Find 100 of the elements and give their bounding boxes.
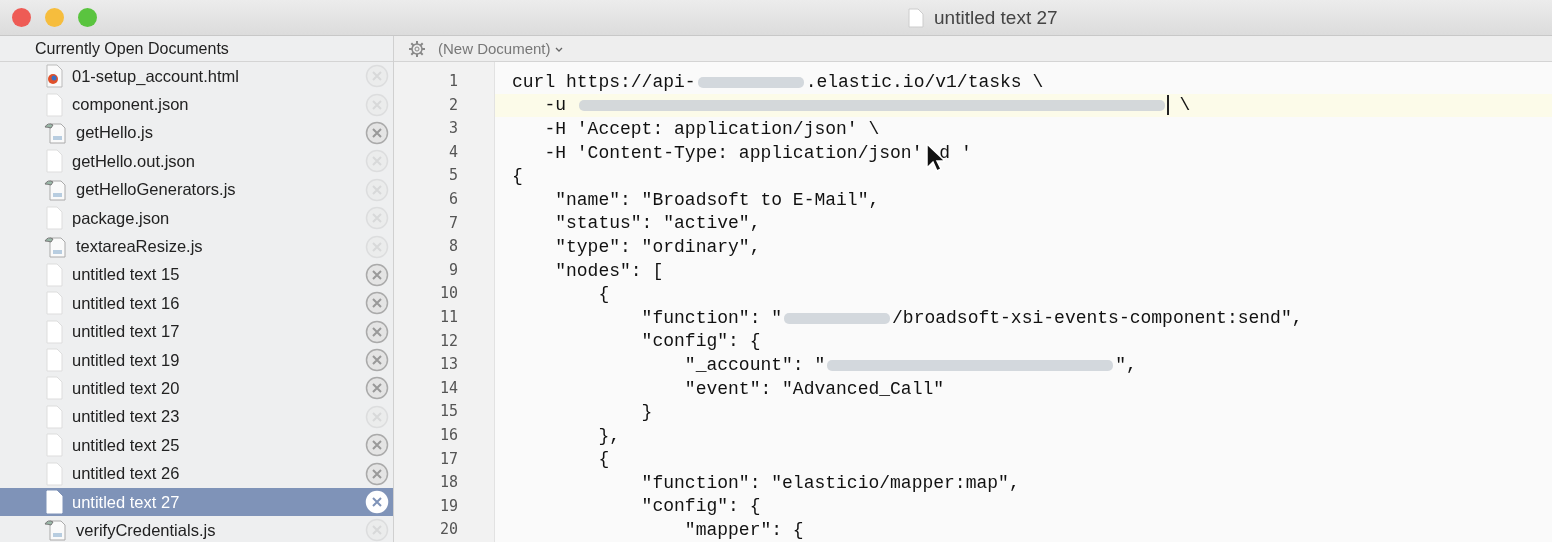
close-icon[interactable] — [365, 319, 389, 344]
document-list-item[interactable]: untitled text 15 — [0, 260, 393, 290]
function-menu[interactable]: (New Document) — [438, 40, 563, 57]
file-name: untitled text 26 — [72, 464, 181, 484]
line-number: 14 — [438, 377, 459, 399]
document-list-item[interactable]: untitled text 16 — [0, 289, 393, 318]
code-text: -H 'Content-Type: application/json' — [543, 142, 924, 163]
file-icon — [44, 404, 64, 429]
file-name: verifyCredentials.js — [76, 520, 217, 540]
code-text: "mapper": { — [683, 520, 804, 541]
code-text: "config": { — [640, 331, 761, 352]
line-number: 9 — [447, 259, 459, 281]
line-number: 7 — [447, 212, 459, 234]
line-number: 4 — [447, 141, 459, 163]
code-text: \ — [1178, 95, 1191, 116]
code-text: -H 'Accept: application/json' \ — [543, 119, 880, 139]
document-list-item[interactable]: getHello.js — [0, 118, 393, 148]
code-text: { — [597, 284, 610, 305]
file-icon — [44, 433, 64, 458]
file-name: 01-setup_account.html — [72, 66, 240, 86]
code-text: { — [512, 166, 523, 187]
line-number: 11 — [438, 306, 459, 328]
code-text: curl https://api- — [512, 71, 696, 92]
code-text: "config": { — [640, 496, 761, 517]
script-file-icon — [44, 177, 68, 202]
script-file-icon — [44, 234, 68, 259]
line-number: 3 — [447, 118, 459, 140]
file-name: textareaResize.js — [76, 237, 204, 257]
line-number: 20 — [438, 519, 459, 541]
code-text: d ' — [939, 142, 972, 163]
document-list-item[interactable]: untitled text 25 — [0, 431, 393, 460]
close-icon[interactable] — [365, 348, 389, 373]
file-name: untitled text 17 — [72, 322, 181, 342]
text-cursor — [1166, 95, 1169, 116]
close-window-button[interactable] — [12, 8, 31, 27]
close-icon[interactable] — [365, 120, 389, 145]
file-icon — [44, 92, 64, 117]
code-text: "event": "Advanced_Call" — [683, 378, 945, 399]
file-icon — [44, 206, 64, 231]
code-text: }, — [597, 425, 621, 446]
code-text: "function": " — [640, 307, 783, 328]
code-text: "function": "elasticio/mapper:map", — [640, 472, 1020, 493]
file-name: untitled text 16 — [72, 293, 181, 313]
file-name: package.json — [72, 208, 171, 228]
document-list-item[interactable]: component.json — [0, 90, 393, 119]
code-text: { — [597, 449, 610, 470]
minimize-window-button[interactable] — [45, 8, 64, 27]
line-number: 6 — [447, 188, 459, 210]
document-list-item[interactable]: package.json — [0, 203, 393, 233]
file-icon — [44, 319, 64, 344]
file-name: untitled text 25 — [72, 435, 181, 455]
line-number: 5 — [447, 165, 459, 187]
document-list-item[interactable]: untitled text 23 — [0, 402, 393, 432]
close-icon[interactable] — [365, 291, 389, 316]
document-icon — [908, 7, 924, 28]
line-number: 16 — [438, 424, 459, 446]
file-icon — [44, 490, 64, 515]
file-name: untitled text 19 — [72, 350, 181, 370]
close-icon[interactable] — [365, 376, 389, 401]
file-name: untitled text 27 — [72, 492, 181, 512]
line-number: 19 — [438, 495, 459, 517]
line-number: 12 — [438, 330, 459, 352]
line-number: 10 — [438, 283, 459, 305]
file-name: getHello.out.json — [72, 151, 196, 171]
file-icon — [44, 461, 64, 486]
zoom-window-button[interactable] — [78, 8, 97, 27]
code-text: .elastic.io/v1/tasks \ — [805, 71, 1044, 92]
file-name: component.json — [72, 95, 190, 115]
document-list-item[interactable]: untitled text 17 — [0, 317, 393, 346]
file-name: getHello.js — [76, 123, 155, 143]
line-number: 15 — [438, 401, 459, 423]
file-name: untitled text 23 — [72, 407, 181, 427]
file-name: untitled text 15 — [72, 265, 181, 285]
close-icon[interactable] — [365, 262, 389, 287]
line-number: 8 — [447, 236, 459, 258]
document-list-item[interactable]: untitled text 26 — [0, 459, 393, 488]
settings-icon[interactable] — [408, 39, 426, 58]
code-text: -u — [543, 95, 567, 116]
close-icon[interactable] — [365, 461, 389, 486]
line-number: 13 — [438, 354, 459, 376]
document-list-item[interactable]: getHelloGenerators.js — [0, 175, 393, 204]
document-list-item[interactable]: untitled text 20 — [0, 374, 393, 403]
file-icon — [44, 348, 64, 373]
document-list-item[interactable]: textareaResize.js — [0, 232, 393, 261]
close-icon[interactable] — [365, 433, 389, 458]
file-name: getHelloGenerators.js — [76, 180, 237, 200]
file-icon — [44, 291, 64, 316]
code-text: "nodes": [ — [554, 260, 664, 281]
file-icon — [44, 149, 64, 174]
document-list-item[interactable]: untitled text 19 — [0, 345, 393, 375]
document-list-item[interactable]: getHello.out.json — [0, 147, 393, 176]
html-file-icon — [44, 64, 64, 89]
code-text: /broadsoft-xsi-events-component:send", — [892, 307, 1303, 328]
file-icon — [44, 376, 64, 401]
file-icon — [44, 262, 64, 287]
window-title: untitled text 27 — [934, 6, 1058, 29]
document-list-item[interactable]: 01-setup_account.html — [0, 62, 393, 91]
code-text: } — [640, 402, 653, 423]
sidebar-title: Currently Open Documents — [35, 39, 229, 58]
document-list-item[interactable]: verifyCredentials.js — [0, 516, 393, 542]
